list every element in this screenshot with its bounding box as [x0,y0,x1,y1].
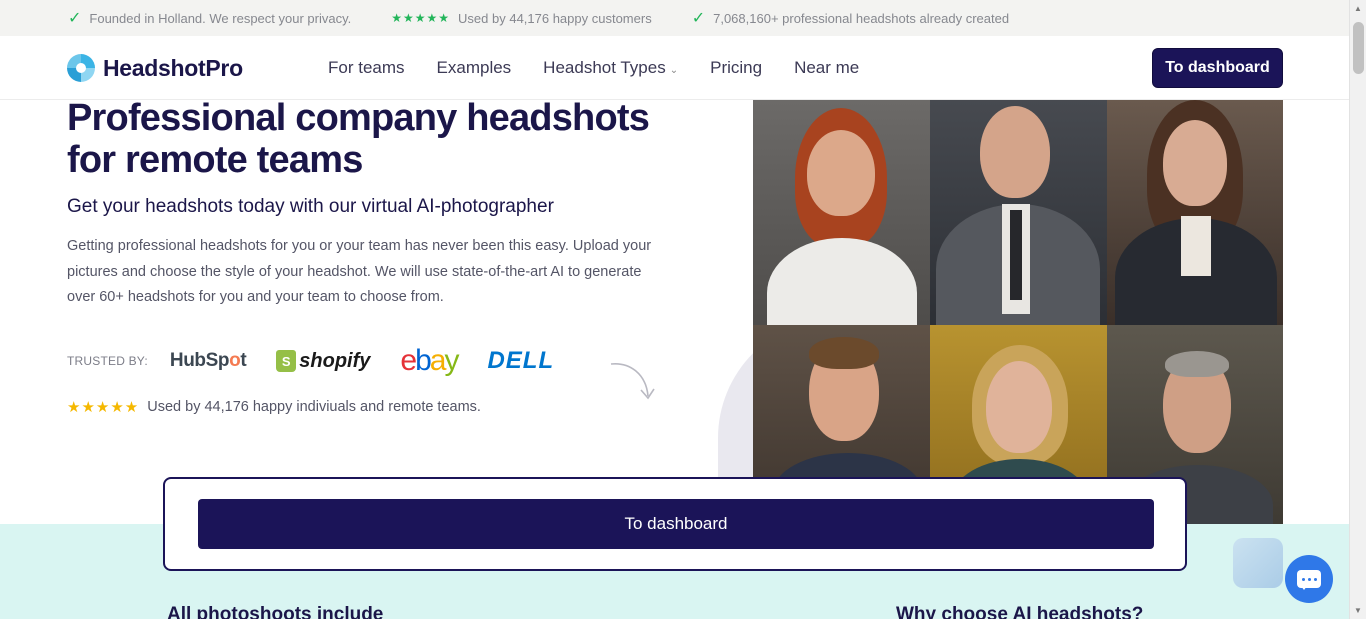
hero-title: Professional company headshots for remot… [67,97,650,181]
shopify-bag-icon: S [276,350,297,372]
logo-icon [67,54,95,82]
stars-icon: ★★★★★ [391,11,451,25]
hair-shape [1165,351,1229,377]
to-dashboard-button-header[interactable]: To dashboard [1152,48,1283,88]
headshot-photo-grid [753,100,1283,524]
hair-shape [809,337,879,369]
check-icon: ✓ [691,10,706,27]
rating-text: Used by 44,176 happy indiviuals and remo… [147,399,481,415]
nav-links: For teams Examples Headshot Types ⌄ Prici… [328,58,859,78]
stars-icon: ★★★★★ [67,399,140,416]
shirt-shape [767,238,917,325]
nav-link-for-teams[interactable]: For teams [328,58,405,78]
logo[interactable]: HeadshotPro [67,54,243,82]
face-shape [980,106,1050,198]
nav-link-pricing[interactable]: Pricing [710,58,762,78]
top-info-bar: ✓ Founded in Holland. We respect your pr… [0,0,1349,36]
hero-title-line1: Professional company headshots [67,97,650,139]
customers-note: ★★★★★ Used by 44,176 happy customers [391,11,651,26]
nav-link-near-me[interactable]: Near me [794,58,859,78]
hero-title-line2: for remote teams [67,139,363,181]
why-ai-headshots-heading: Why choose AI headshots? [896,604,1144,619]
check-icon: ✓ [68,10,82,27]
face-shape [986,361,1052,453]
hero-subtitle: Get your headshots today with our virtua… [67,196,554,217]
headshot-photo [1107,100,1283,325]
chat-icon [1297,570,1321,590]
shopify-wordmark: shopify [299,349,371,372]
headshot-photo [753,100,930,325]
trusted-by-label: TRUSTED BY: [67,354,148,368]
face-shape [1163,120,1227,206]
nav-link-headshot-types[interactable]: Headshot Types ⌄ [543,58,678,78]
chat-button[interactable] [1285,555,1333,603]
curved-arrow-icon [610,363,655,400]
hubspot-logo: HubSpot [169,350,247,371]
dell-logo: DELL [487,347,555,374]
scroll-down-icon[interactable]: ▼ [1354,606,1362,615]
ebay-logo: ebay [400,344,459,377]
chevron-down-icon: ⌄ [669,65,679,76]
shopify-logo: Sshopify [276,350,370,373]
main-nav: HeadshotPro For teams Examples Headshot … [0,36,1349,100]
tie-shape [1010,210,1022,300]
rating-row: ★★★★★ Used by 44,176 happy indiviuals an… [67,398,481,416]
page-scrollbar[interactable]: ▲ ▼ [1349,0,1366,619]
nav-link-examples[interactable]: Examples [437,58,512,78]
photoshoots-include-heading: All photoshoots include [167,604,384,619]
privacy-note-text: Founded in Holland. We respect your priv… [89,10,352,26]
headshots-created-text: 7,068,160+ professional headshots alread… [713,10,1010,26]
headshots-created-note: ✓ 7,068,160+ professional headshots alre… [692,8,1009,28]
logo-text: HeadshotPro [103,54,243,81]
headshot-photo [930,100,1107,325]
nav-link-headshot-types-label: Headshot Types [543,58,666,77]
customers-note-text: Used by 44,176 happy customers [458,10,652,26]
trusted-by-row: TRUSTED BY: HubSpot Sshopify ebay DELL [67,344,584,378]
face-shape [807,130,875,216]
privacy-note: ✓ Founded in Holland. We respect your pr… [68,8,351,28]
help-widget[interactable] [1233,538,1283,588]
shirt-shape [1181,216,1211,276]
dashboard-cta-card: To dashboard [163,477,1187,571]
scroll-up-icon[interactable]: ▲ [1354,4,1362,13]
hero-description: Getting professional headshots for you o… [67,238,652,305]
to-dashboard-button[interactable]: To dashboard [198,499,1154,549]
scroll-thumb[interactable] [1353,22,1364,74]
